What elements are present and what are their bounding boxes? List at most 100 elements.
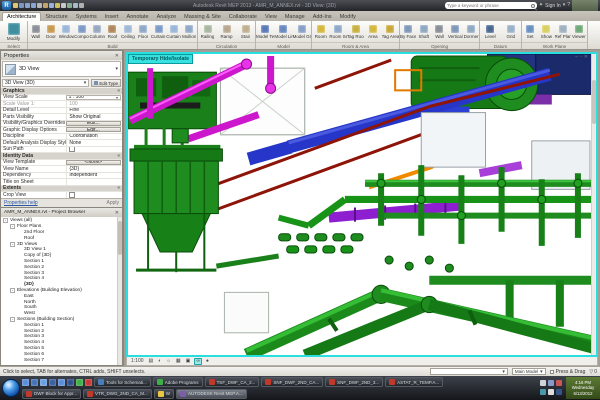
- ribbon-button[interactable]: Railing: [198, 21, 217, 42]
- ribbon-tab[interactable]: Structure: [41, 13, 71, 21]
- search-icon[interactable]: [531, 4, 535, 8]
- ribbon-button[interactable]: Curtain System: [151, 21, 166, 42]
- tray-icon-1[interactable]: [540, 380, 546, 386]
- ribbon-button[interactable]: Component: [74, 21, 89, 42]
- pinned-app-3[interactable]: [40, 379, 47, 386]
- ribbon-button[interactable]: Tag Area: [382, 21, 399, 42]
- checkbox-icon[interactable]: [550, 370, 554, 374]
- ribbon-button[interactable]: Show: [538, 21, 554, 42]
- tray-icon-2[interactable]: [548, 380, 554, 386]
- detail-level-icon[interactable]: ▤: [148, 359, 155, 364]
- taskbar-window-button[interactable]: VTR_DWG_2ND_CA_M...: [83, 389, 152, 399]
- property-value[interactable]: [66, 192, 122, 198]
- design-option-selector[interactable]: Main Model▾: [512, 368, 546, 375]
- text-icon[interactable]: [61, 3, 66, 8]
- ribbon-button[interactable]: Ceiling: [120, 21, 135, 42]
- close-icon[interactable]: ✕: [584, 55, 588, 60]
- tree-expander-icon[interactable]: [17, 282, 22, 287]
- tray-icon-4[interactable]: [540, 389, 546, 395]
- print-icon[interactable]: [37, 3, 42, 8]
- temporary-hide-isolate-icon[interactable]: ∞: [194, 358, 202, 365]
- property-value[interactable]: None: [66, 140, 122, 146]
- ribbon-button[interactable]: Set: [522, 21, 538, 42]
- tree-expander-icon[interactable]: [17, 265, 22, 270]
- edit-type-button[interactable]: Edit Type: [91, 79, 121, 87]
- workset-selector[interactable]: ▾: [430, 368, 508, 375]
- taskbar-window-button[interactable]: Adobe Programs: [153, 377, 203, 387]
- tag-icon[interactable]: [55, 3, 60, 8]
- measure-icon[interactable]: [43, 3, 48, 8]
- sign-in-chevron-icon[interactable]: ▾: [563, 3, 566, 8]
- tray-icon-5[interactable]: [548, 389, 554, 395]
- ribbon-button[interactable]: Room Separator: [329, 21, 346, 42]
- ribbon-button[interactable]: Shaft: [416, 21, 432, 42]
- ribbon-button[interactable]: Ramp: [217, 21, 236, 42]
- tree-expander-icon[interactable]: [17, 236, 22, 241]
- close-icon[interactable]: ✕: [115, 53, 119, 59]
- undo-icon[interactable]: [25, 3, 30, 8]
- ribbon-button[interactable]: Model Text: [256, 21, 274, 42]
- tree-expander-icon[interactable]: [17, 253, 22, 258]
- ribbon-button[interactable]: Level: [480, 21, 501, 42]
- ribbon-button[interactable]: Model Line: [274, 21, 292, 42]
- view-scrollbar[interactable]: [591, 54, 596, 355]
- taskbar-window-button[interactable]: TSF_DWF_CA_2...: [205, 377, 260, 387]
- tree-expander-icon[interactable]: [17, 352, 22, 357]
- pinned-app-1[interactable]: [22, 379, 29, 386]
- ribbon-button[interactable]: By Face: [400, 21, 416, 42]
- ribbon-tab[interactable]: Collaborate: [225, 13, 261, 21]
- selection-filter[interactable]: ▽0: [589, 369, 597, 375]
- sun-path-icon[interactable]: ☼: [165, 359, 172, 364]
- ribbon-tab[interactable]: Annotate: [123, 13, 153, 21]
- pinned-app-4[interactable]: [49, 379, 56, 386]
- temporary-hide-isolate-banner[interactable]: Temporary Hide/Isolate: [128, 54, 193, 64]
- close-icon[interactable]: ✕: [115, 210, 119, 216]
- tray-icon-6[interactable]: [556, 389, 562, 395]
- ribbon-button[interactable]: Model Group: [293, 21, 311, 42]
- ribbon-button[interactable]: Wall: [28, 21, 43, 42]
- browser-tree-item[interactable]: Section 7: [1, 357, 122, 363]
- tree-expander-icon[interactable]: -: [3, 218, 8, 223]
- pinned-app-6[interactable]: [67, 379, 74, 386]
- visual-style-icon[interactable]: ◐: [157, 359, 162, 364]
- ribbon-tab[interactable]: Modify: [336, 13, 360, 21]
- ribbon-button[interactable]: Mullion: [182, 21, 197, 42]
- 3d-view-canvas[interactable]: Temporary Hide/Isolate –▫✕: [126, 52, 598, 357]
- ribbon-button[interactable]: Dormer: [463, 21, 479, 42]
- pinned-app-8[interactable]: [85, 379, 92, 386]
- crop-view-icon[interactable]: ▣: [185, 359, 192, 364]
- tree-expander-icon[interactable]: [17, 334, 22, 339]
- ribbon-button[interactable]: Viewer: [571, 21, 587, 42]
- ribbon-button[interactable]: Wall: [432, 21, 448, 42]
- tree-expander-icon[interactable]: [17, 276, 22, 281]
- property-value[interactable]: Fine: [66, 108, 122, 114]
- ribbon-button[interactable]: Room: [312, 21, 329, 42]
- ribbon-tab[interactable]: Analyze: [153, 13, 181, 21]
- tree-expander-icon[interactable]: [17, 230, 22, 235]
- property-value[interactable]: Show Original: [66, 114, 122, 120]
- tree-expander-icon[interactable]: [17, 346, 22, 351]
- pinned-app-2[interactable]: [31, 379, 38, 386]
- ribbon-tab[interactable]: Systems: [72, 13, 101, 21]
- section-icon[interactable]: [73, 3, 78, 8]
- property-value[interactable]: Edit...: [66, 121, 121, 126]
- tree-expander-icon[interactable]: -: [10, 317, 15, 322]
- taskbar-window-button[interactable]: Tools for Schemati...: [94, 377, 151, 387]
- type-selector[interactable]: 3D View▾: [2, 61, 121, 77]
- property-value[interactable]: [66, 179, 122, 185]
- ribbon-tab[interactable]: Add-Ins: [309, 13, 336, 21]
- ribbon-button[interactable]: Stair: [236, 21, 255, 42]
- redo-icon[interactable]: [31, 3, 36, 8]
- ribbon-button[interactable]: Ref Plane: [555, 21, 571, 42]
- taskbar-window-button[interactable]: SNF_DWF_2ND_CA...: [261, 377, 323, 387]
- tree-expander-icon[interactable]: -: [10, 242, 15, 247]
- aligned-dimension-icon[interactable]: [49, 3, 54, 8]
- apply-button[interactable]: Apply: [106, 200, 119, 206]
- property-value[interactable]: Coordination: [66, 134, 122, 140]
- tree-expander-icon[interactable]: -: [10, 288, 15, 293]
- ribbon-button[interactable]: Area: [364, 21, 381, 42]
- pinned-app-7[interactable]: [76, 379, 83, 386]
- taskbar-window-button[interactable]: W: [154, 389, 174, 399]
- press-drag-toggle[interactable]: Press & Drag: [550, 369, 586, 375]
- start-button[interactable]: [2, 379, 20, 397]
